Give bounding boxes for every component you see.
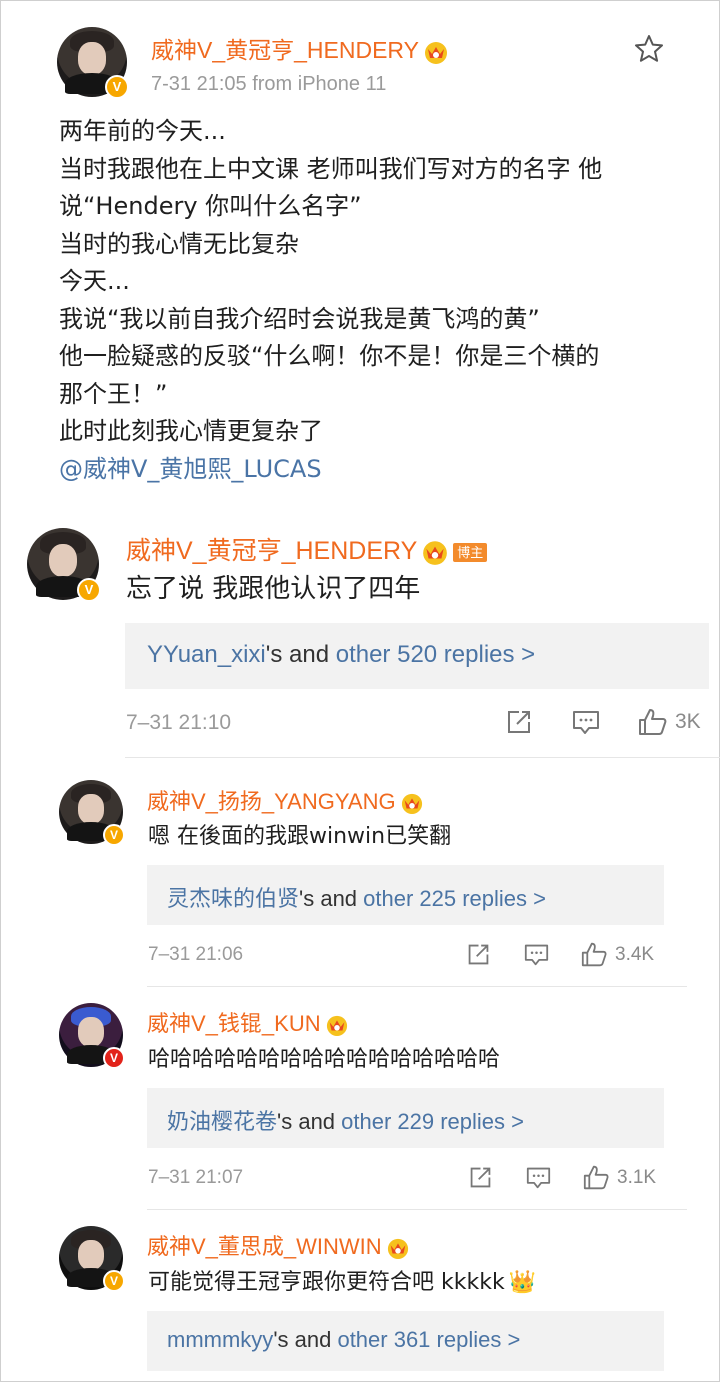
verified-badge-icon: V	[103, 1270, 125, 1292]
comment-text: 可能觉得王冠亨跟你更符合吧 kkkkk 👑	[148, 1270, 537, 1295]
like-count: 3K	[675, 710, 701, 733]
crown-badge-icon	[387, 1239, 408, 1260]
crown-badge-icon	[424, 41, 447, 64]
comment-icon[interactable]	[571, 708, 601, 736]
author-tag-badge: 博主	[453, 542, 488, 562]
comment-icon[interactable]	[525, 1165, 552, 1190]
like-count: 3.1K	[617, 1166, 657, 1188]
like-icon[interactable]	[580, 941, 609, 968]
reply-connector: 's and	[273, 1327, 338, 1352]
replies-box[interactable]: mmmmkyy's and other 361 replies >	[147, 1311, 664, 1371]
reply-user-link[interactable]: 灵杰味的伯贤	[167, 886, 299, 911]
more-replies-link[interactable]: other 225 replies >	[363, 886, 546, 911]
reply-user-link[interactable]: YYuan_xixi	[147, 641, 266, 668]
comment-icon[interactable]	[523, 942, 550, 967]
reply-connector: 's and	[277, 1109, 342, 1134]
share-icon[interactable]	[466, 942, 491, 967]
post-timestamp: 7-31 21:05 from iPhone 11	[151, 73, 387, 95]
verified-badge-icon: V	[103, 824, 125, 846]
post-line: 他一脸疑惑的反驳“什么啊！你不是！你是三个横的	[59, 342, 600, 370]
verified-badge-icon: V	[103, 1047, 125, 1069]
crown-emoji: 👑	[508, 1270, 537, 1295]
comment-username[interactable]: 威神V_钱锟_KUN	[147, 1006, 349, 1038]
reply-user-link[interactable]: 奶油樱花卷	[167, 1109, 277, 1134]
like-icon[interactable]	[582, 1164, 611, 1191]
post-line: 今天...	[59, 267, 130, 295]
post-body: 两年前的今天... 当时我跟他在上中文课 老师叫我们写对方的名字 他 说“Hen…	[59, 113, 699, 488]
comment-text: 忘了说 我跟他认识了四年	[126, 574, 421, 604]
comment-timestamp: 7–31 21:06	[148, 944, 244, 965]
reply-connector: 's and	[299, 886, 364, 911]
verified-badge-icon: V	[77, 578, 101, 602]
comment-username[interactable]: 威神V_黄冠亨_HENDERY 博主	[126, 531, 488, 567]
share-icon[interactable]	[468, 1165, 493, 1190]
post-username[interactable]: 威神V_黄冠亨_HENDERY	[151, 31, 449, 65]
crown-badge-icon	[326, 1016, 347, 1037]
like-icon[interactable]	[637, 707, 669, 737]
reply-connector: 's and	[265, 641, 336, 668]
more-replies-link[interactable]: other 520 replies >	[336, 641, 535, 668]
post-line: 我说“我以前自我介绍时会说我是黄飞鸿的黄”	[59, 304, 540, 333]
divider	[147, 1209, 687, 1210]
reply-user-link[interactable]: mmmmkyy	[167, 1327, 273, 1352]
replies-box[interactable]: 灵杰味的伯贤's and other 225 replies >	[147, 865, 664, 925]
post-line: 那个王！”	[59, 379, 168, 408]
more-replies-link[interactable]: other 361 replies >	[337, 1327, 520, 1352]
comment-username[interactable]: 威神V_董思成_WINWIN	[147, 1229, 410, 1261]
mention-link[interactable]: @威神V_黄旭熙_LUCAS	[59, 451, 699, 489]
comment-avatar[interactable]: V	[59, 1003, 125, 1069]
comment-avatar[interactable]: V	[59, 1226, 125, 1292]
share-icon[interactable]	[505, 708, 533, 736]
replies-box[interactable]: YYuan_xixi's and other 520 replies >	[125, 623, 709, 689]
comment-avatar[interactable]: V	[59, 780, 125, 846]
divider	[147, 986, 687, 987]
post-line: 说“Hendery 你叫什么名字”	[59, 192, 362, 220]
verified-badge-icon: V	[105, 75, 129, 99]
star-icon[interactable]	[633, 33, 665, 65]
comment-username[interactable]: 威神V_扬扬_YANGYANG	[147, 784, 424, 816]
crown-badge-icon	[423, 541, 448, 566]
divider	[125, 757, 720, 758]
crown-badge-icon	[401, 794, 422, 815]
comment-text: 嗯 在後面的我跟winwin已笑翻	[148, 824, 452, 849]
post-line: 两年前的今天...	[59, 117, 226, 145]
post-line: 此时此刻我心情更复杂了	[59, 417, 323, 445]
comment-text: 哈哈哈哈哈哈哈哈哈哈哈哈哈哈哈哈	[148, 1047, 501, 1072]
comment-timestamp: 7–31 21:07	[148, 1167, 244, 1188]
post-avatar[interactable]: V	[57, 27, 129, 99]
like-count: 3.4K	[615, 943, 655, 965]
comment-timestamp: 7–31 21:10	[126, 711, 232, 734]
post-line: 当时的我心情无比复杂	[59, 229, 299, 258]
comment-avatar[interactable]: V	[27, 528, 101, 602]
more-replies-link[interactable]: other 229 replies >	[341, 1109, 524, 1134]
replies-box[interactable]: 奶油樱花卷's and other 229 replies >	[147, 1088, 664, 1148]
post-line: 当时我跟他在上中文课 老师叫我们写对方的名字 他	[59, 154, 603, 183]
